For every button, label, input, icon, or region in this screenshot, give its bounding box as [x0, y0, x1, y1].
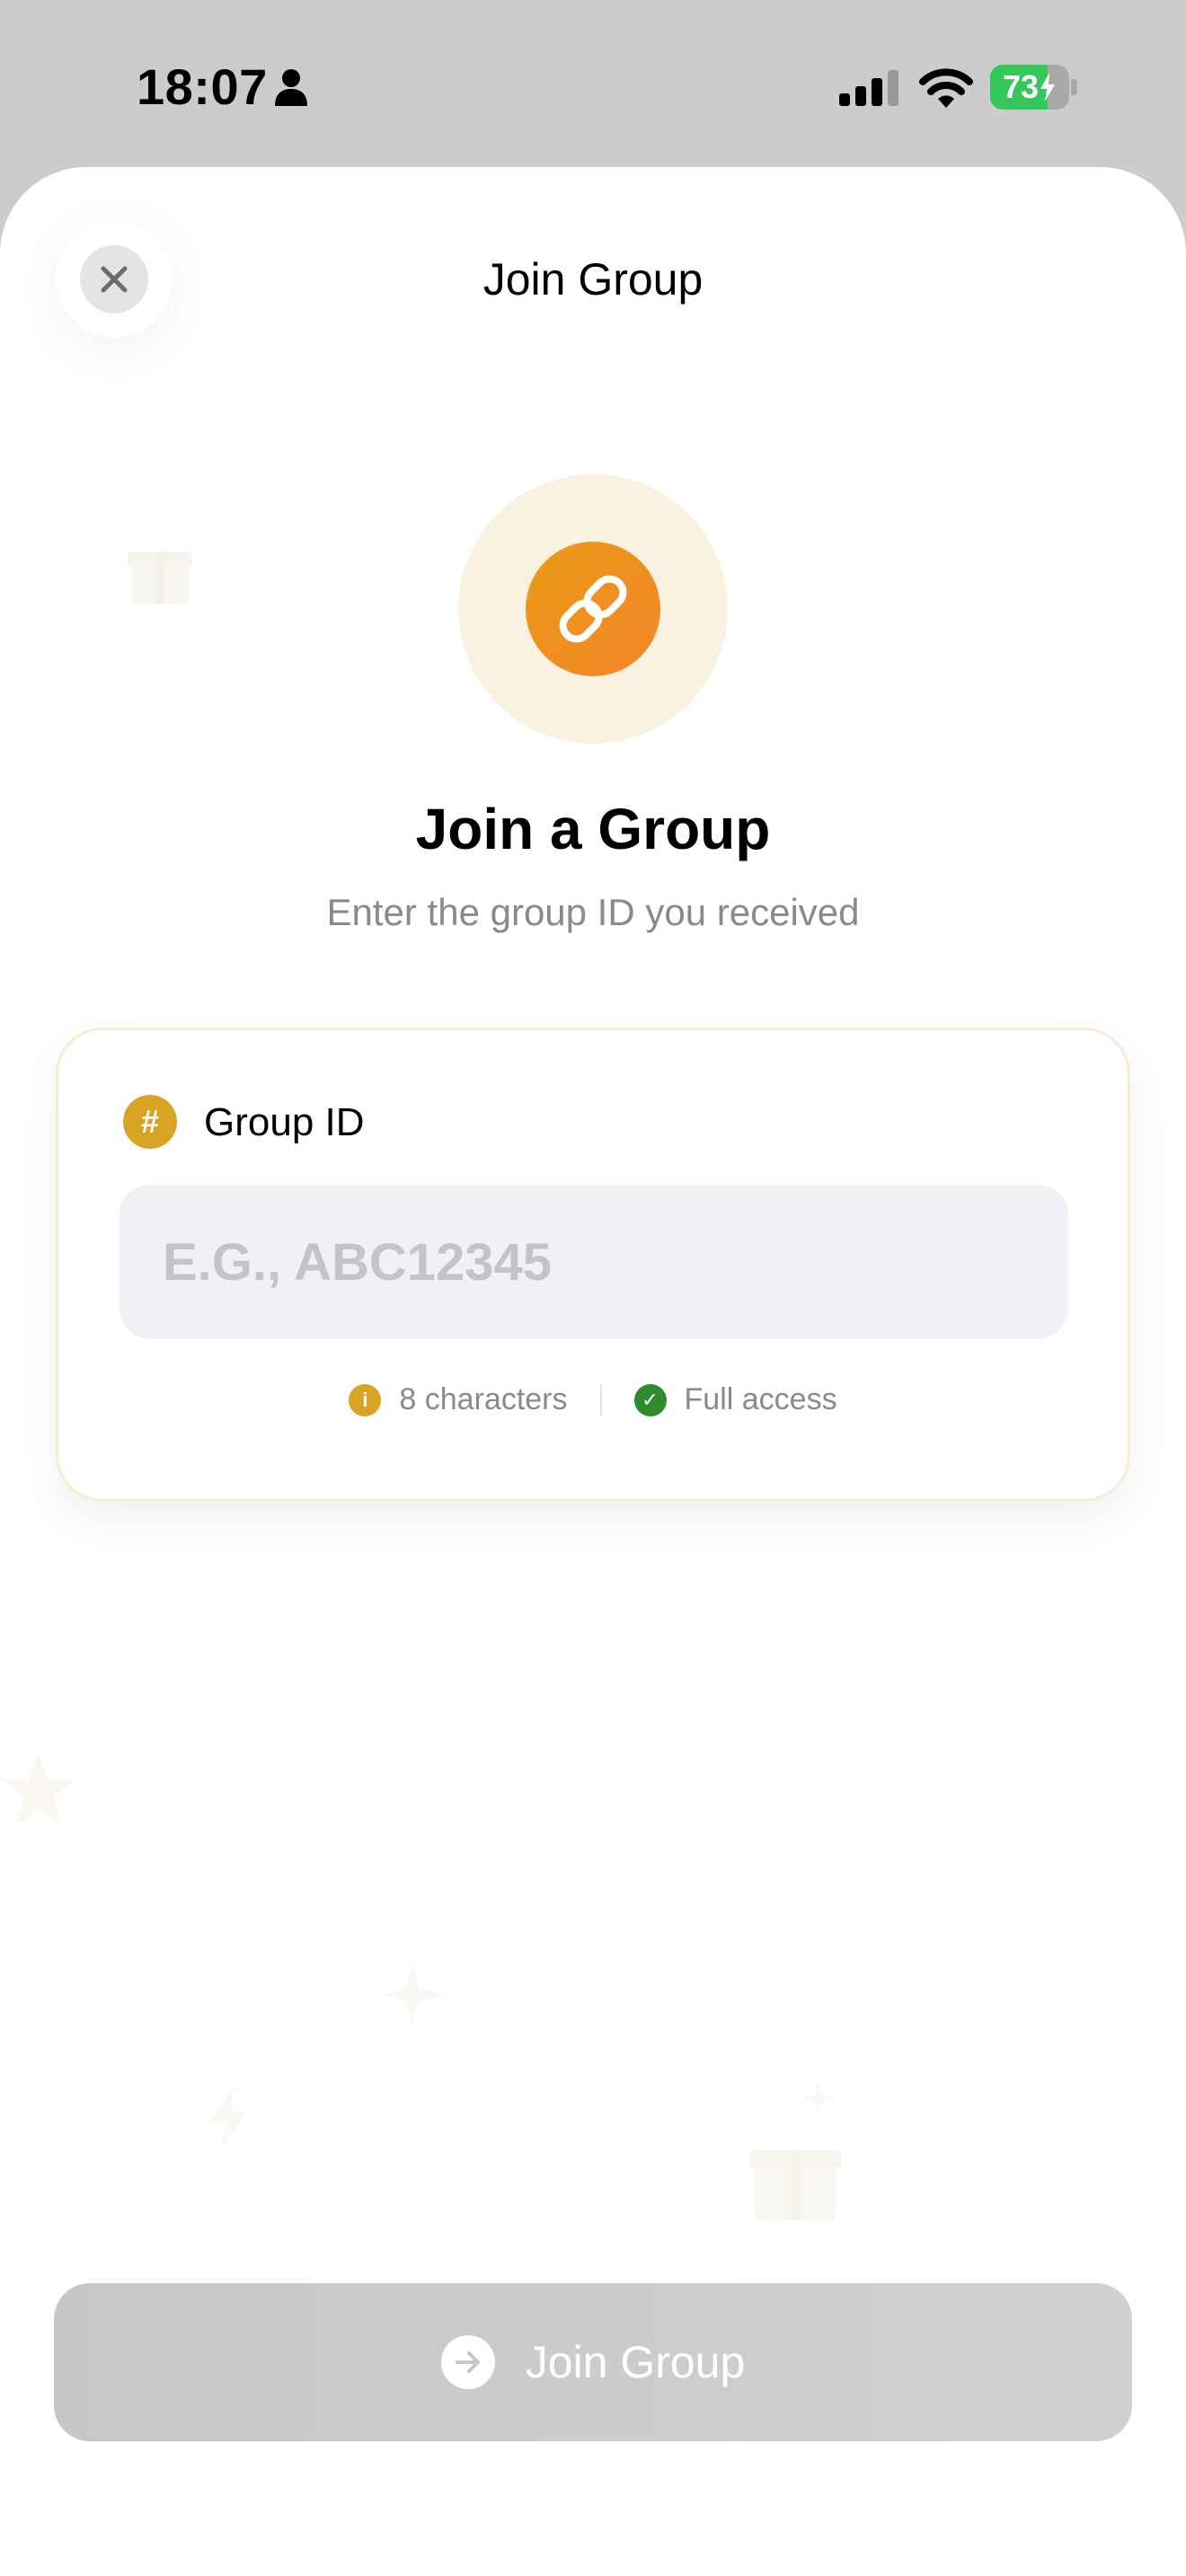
- hint-access-text: Full access: [684, 1382, 837, 1416]
- join-group-button-label: Join Group: [525, 2337, 746, 2387]
- group-id-label: Group ID: [204, 1100, 365, 1144]
- check-icon: ✓: [633, 1383, 667, 1416]
- lightning-decoration-icon: [210, 2086, 248, 2148]
- gift-decoration-icon: [749, 2150, 841, 2220]
- status-time: 18:07: [137, 58, 268, 115]
- hint-length: i 8 characters: [349, 1382, 568, 1417]
- group-id-card: # Group ID i 8 characters ✓ Full access: [56, 1028, 1130, 1502]
- hash-icon: #: [123, 1095, 177, 1149]
- link-icon: [559, 575, 627, 643]
- wifi-icon: [919, 68, 973, 108]
- hint-length-text: 8 characters: [399, 1382, 568, 1416]
- hint-divider: [599, 1383, 602, 1416]
- bolt-icon: [1040, 73, 1056, 101]
- input-hints: i 8 characters ✓ Full access: [58, 1382, 1128, 1417]
- status-bar: 18:07 73: [0, 0, 1186, 167]
- battery-percent: 73: [1002, 68, 1040, 105]
- star-decoration-icon: [2, 1753, 75, 1825]
- page-title: Join Group: [482, 254, 704, 304]
- group-id-input[interactable]: [119, 1185, 1068, 1339]
- gift-decoration-icon: [128, 551, 192, 604]
- info-icon: i: [349, 1383, 382, 1416]
- battery-cap: [1071, 79, 1077, 95]
- cellular-signal-icon: [839, 70, 898, 106]
- join-group-button[interactable]: Join Group: [54, 2283, 1132, 2441]
- hero-icon-circle: [458, 474, 728, 744]
- sparkle-decoration-icon: [381, 1963, 444, 2026]
- arrow-right-icon: [455, 2351, 480, 2373]
- join-group-sheet: Join Group Join a Group Enter the group …: [0, 167, 1186, 2576]
- battery-body: 73: [990, 65, 1069, 110]
- hero-subtitle: Enter the group ID you received: [326, 891, 860, 933]
- person-icon: [275, 69, 307, 106]
- battery-charging-icon: 73: [990, 65, 1078, 110]
- hero-title: Join a Group: [415, 797, 771, 861]
- screen: 18:07 73 Join Group Join a Group Enter t…: [0, 0, 1186, 2576]
- hint-access: ✓ Full access: [633, 1382, 837, 1417]
- sparkle-decoration-icon: [800, 2080, 836, 2116]
